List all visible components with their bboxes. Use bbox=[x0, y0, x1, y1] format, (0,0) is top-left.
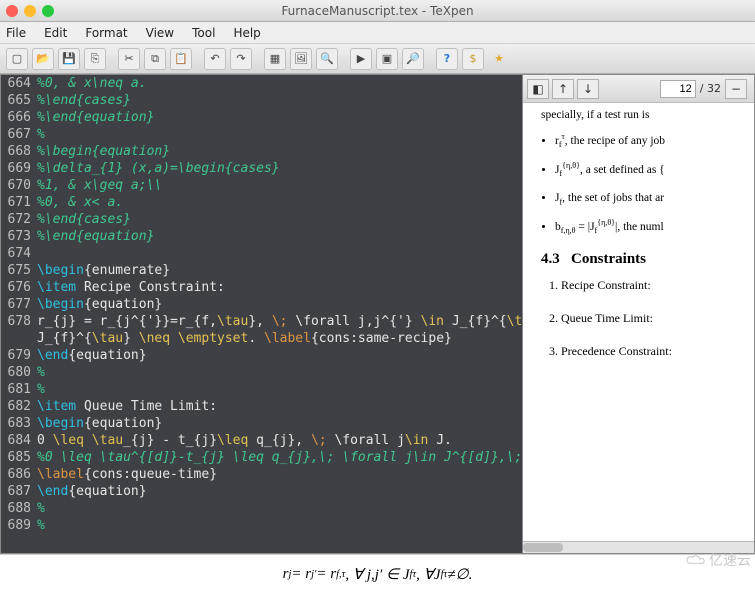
save-all-icon[interactable]: ⎘ bbox=[84, 48, 106, 70]
page-down-icon[interactable]: ↓ bbox=[577, 79, 599, 99]
preview-bullet: rfτ, the recipe of any job bbox=[555, 131, 746, 150]
preview-bullets: rfτ, the recipe of any job Jf{η,θ}, a set… bbox=[541, 131, 746, 237]
grid-icon[interactable]: ▦ bbox=[264, 48, 286, 70]
page-up-icon[interactable]: ↑ bbox=[552, 79, 574, 99]
preview-bullet: bf,η,θ = |Jf{η,θ}|, the numl bbox=[555, 217, 746, 236]
maximize-icon[interactable] bbox=[42, 5, 54, 17]
zoom-out-icon[interactable]: − bbox=[725, 79, 747, 99]
cut-icon[interactable]: ✂ bbox=[118, 48, 140, 70]
find-icon[interactable]: 🔎 bbox=[402, 48, 424, 70]
copy-icon[interactable]: ⧉ bbox=[144, 48, 166, 70]
pdf-preview: ◧ ↑ ↓ / 32 − specially, if a test run is… bbox=[522, 75, 754, 553]
dollar-icon[interactable]: $ bbox=[462, 48, 484, 70]
content-area: 6646656666676686696706716726736746756766… bbox=[0, 74, 755, 554]
preview-enum-item: Queue Time Limit: bbox=[561, 311, 746, 326]
minimize-icon[interactable] bbox=[24, 5, 36, 17]
code-editor[interactable]: 6646656666676686696706716726736746756766… bbox=[1, 75, 522, 553]
preview-bullet: Jf, the set of jobs that ar bbox=[555, 190, 746, 208]
menu-view[interactable]: View bbox=[146, 26, 174, 40]
zoom-icon[interactable]: 🔍 bbox=[316, 48, 338, 70]
window-title: FurnaceManuscript.tex - TeXpen bbox=[281, 4, 473, 18]
open-icon[interactable]: 📂 bbox=[32, 48, 54, 70]
paste-icon[interactable]: 📋 bbox=[170, 48, 192, 70]
code-body[interactable]: %0, & x\neq a.%\end{cases}%\end{equation… bbox=[37, 75, 522, 534]
preview-enum-item: Precedence Constraint: bbox=[561, 344, 746, 359]
image-icon[interactable]: 🖼 bbox=[290, 48, 312, 70]
page-indicator: / 32 − bbox=[660, 79, 750, 99]
preview-intro: specially, if a test run is bbox=[541, 109, 746, 121]
section-heading: 4.3 Constraints bbox=[541, 251, 746, 268]
watermark: 亿速云 bbox=[685, 550, 751, 570]
preview-bullet: Jf{η,θ}, a set defined as { bbox=[555, 160, 746, 179]
redo-icon[interactable]: ↷ bbox=[230, 48, 252, 70]
terminal-icon[interactable]: ▣ bbox=[376, 48, 398, 70]
save-icon[interactable]: 💾 bbox=[58, 48, 80, 70]
undo-icon[interactable]: ↶ bbox=[204, 48, 226, 70]
page-current-input[interactable] bbox=[660, 80, 696, 98]
preview-toolbar: ◧ ↑ ↓ / 32 − bbox=[523, 75, 754, 103]
preview-enum: Recipe Constraint: Queue Time Limit: Prece… bbox=[541, 278, 746, 359]
menu-edit[interactable]: Edit bbox=[44, 26, 67, 40]
help-circle-icon[interactable]: ? bbox=[436, 48, 458, 70]
toolbar: ▢ 📂 💾 ⎘ ✂ ⧉ 📋 ↶ ↷ ▦ 🖼 🔍 ▶ ▣ 🔎 ? $ ★ bbox=[0, 44, 755, 74]
preview-enum-item: Recipe Constraint: bbox=[561, 278, 746, 293]
preview-body[interactable]: specially, if a test run is rfτ, the rec… bbox=[523, 103, 754, 541]
menu-tool[interactable]: Tool bbox=[192, 26, 215, 40]
line-gutter: 6646656666676686696706716726736746756766… bbox=[1, 75, 35, 534]
formula-preview: rj = rj′ = rf,τ, ∀ j,j′ ∈ Jfτ, ∀Jfτ≠∅. bbox=[0, 554, 755, 594]
titlebar: FurnaceManuscript.tex - TeXpen bbox=[0, 0, 755, 22]
close-icon[interactable] bbox=[6, 5, 18, 17]
menu-format[interactable]: Format bbox=[85, 26, 127, 40]
run-icon[interactable]: ▶ bbox=[350, 48, 372, 70]
menubar: File Edit Format View Tool Help bbox=[0, 22, 755, 44]
star-icon[interactable]: ★ bbox=[488, 48, 510, 70]
menu-help[interactable]: Help bbox=[233, 26, 260, 40]
menu-file[interactable]: File bbox=[6, 26, 26, 40]
new-icon[interactable]: ▢ bbox=[6, 48, 28, 70]
sidebar-toggle-icon[interactable]: ◧ bbox=[527, 79, 549, 99]
page-total: / 32 bbox=[700, 82, 721, 95]
